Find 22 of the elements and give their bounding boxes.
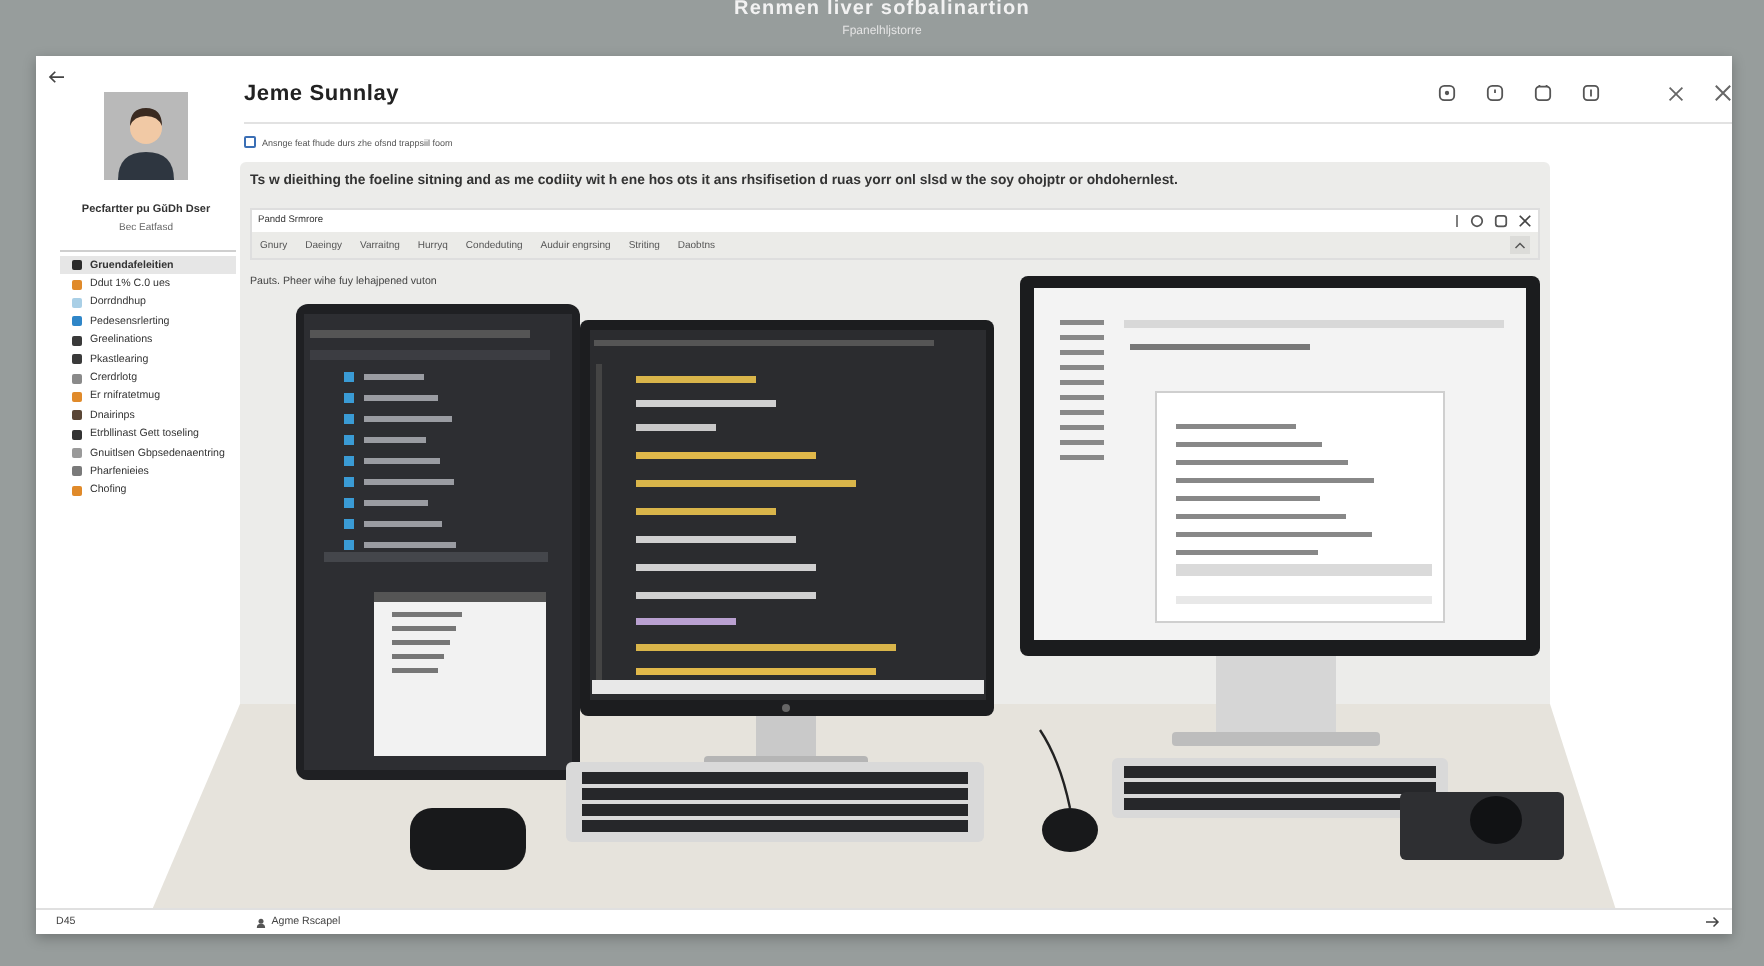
circle-icon[interactable] [1470,214,1484,228]
app-title: Renmen liver sofbalinartion [734,0,1030,20]
rounded-square-icon[interactable] [1486,84,1504,102]
mouse-drawing [1039,729,1098,852]
avatar-icon [104,92,188,180]
caret-icon [1514,240,1526,250]
square-icon[interactable] [1494,214,1508,228]
person-icon [255,917,266,927]
rounded-square-icon[interactable] [1582,84,1600,102]
mouse-drawing [1470,796,1522,844]
close-icon[interactable] [1518,214,1532,228]
back-arrow-icon[interactable] [48,70,66,84]
rounded-square-icon[interactable] [1534,84,1552,102]
separator-icon [1454,214,1460,228]
close-icon[interactable] [1714,84,1732,102]
close-icon[interactable] [1668,85,1684,101]
arrow-right-icon[interactable] [1704,916,1720,928]
checkbox[interactable] [244,136,256,148]
collapse-button[interactable] [1510,236,1530,254]
rounded-square-icon[interactable] [1438,84,1456,102]
page-title: Jeme Sunnlay [244,81,400,105]
mouse-drawing [410,808,526,870]
